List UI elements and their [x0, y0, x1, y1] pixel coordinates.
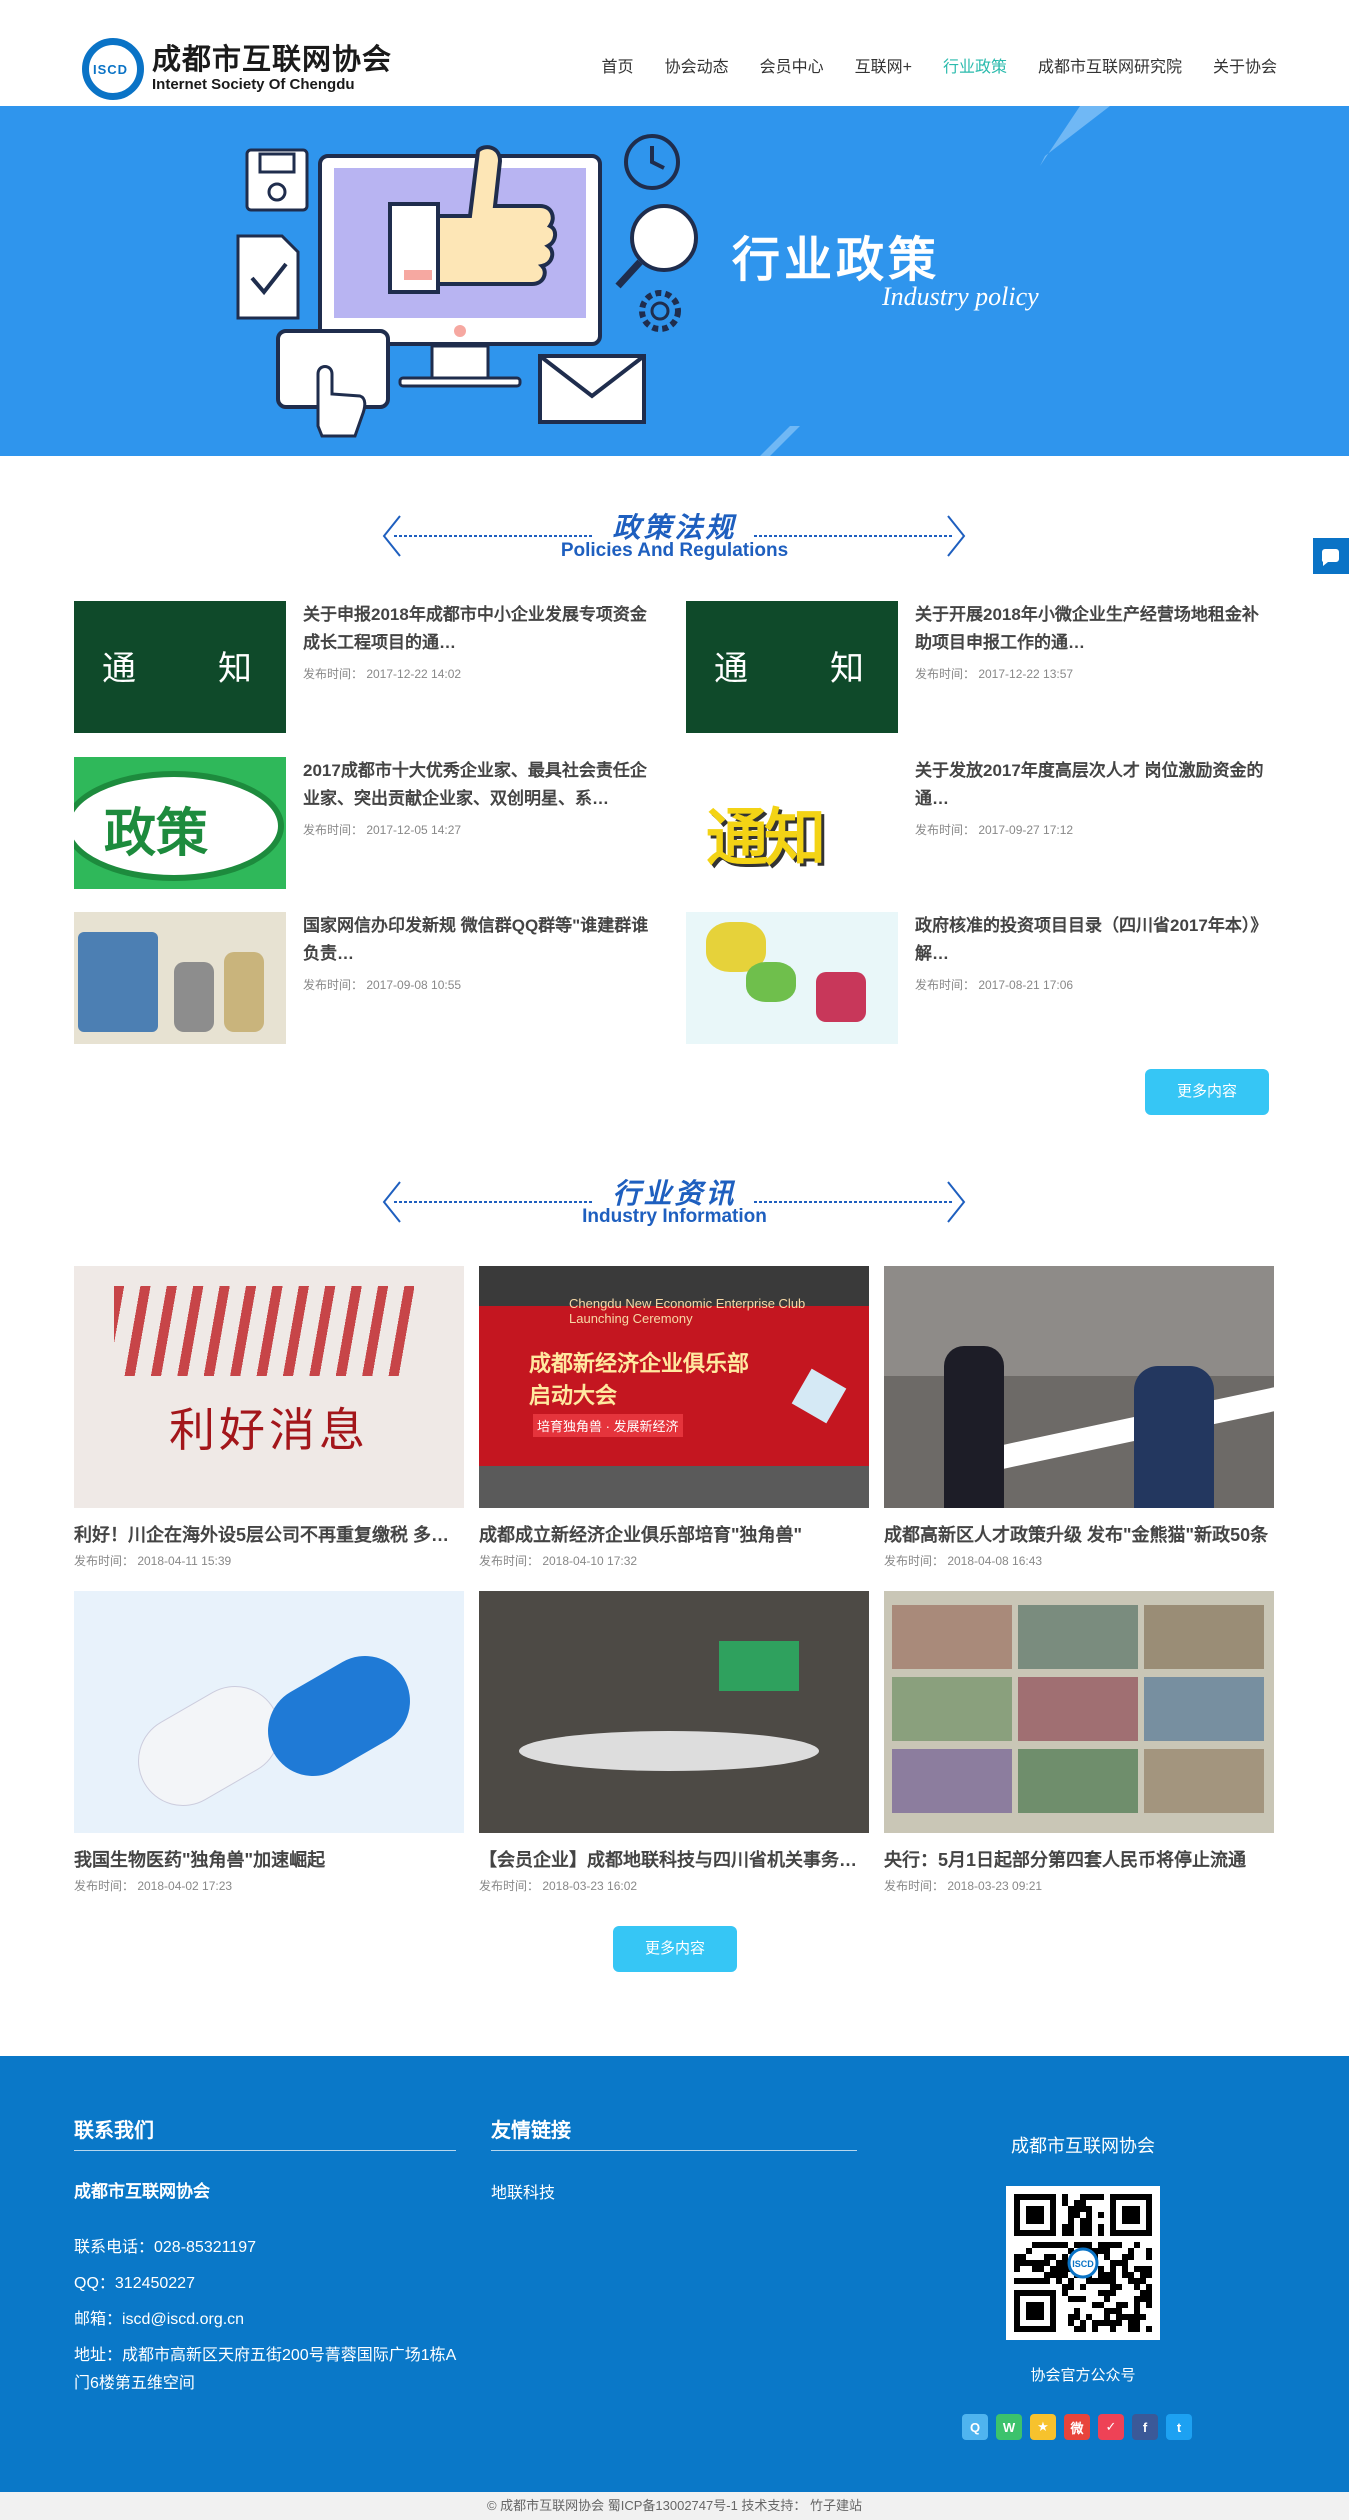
info-date: 发布时间： 2018-04-11 15:39 [74, 1554, 232, 1568]
policy-date: 发布时间： 2017-08-21 17:06 [915, 978, 1074, 992]
policy-item[interactable]: 通 知 关于申报2018年成都市中小企业发展专项资金成长工程项目的通… 发布时间… [74, 601, 654, 733]
qr-caption: 协会官方公众号 [1030, 2367, 1136, 2384]
info-more-button[interactable]: 更多内容 [613, 1926, 737, 1972]
svg-text:ISCD: ISCD [1072, 2259, 1094, 2269]
logo-name-en: Internet Society Of Chengdu [152, 76, 355, 93]
info-card[interactable]: 我国生物医药"独角兽"加速崛起 发布时间： 2018-04-02 17:23 [74, 1591, 464, 1901]
policy-date: 发布时间： 2017-09-08 10:55 [303, 978, 462, 992]
info-card[interactable]: 央行：5月1日起部分第四套人民币将停止流通 发布时间： 2018-03-23 0… [884, 1591, 1274, 1901]
site-logo[interactable]: ISCD 成都市互联网协会 Internet Society Of Chengd… [82, 38, 392, 100]
policy-more-button[interactable]: 更多内容 [1145, 1069, 1269, 1115]
info-title[interactable]: 成都高新区人才政策升级 发布"金熊猫"新政50条 [884, 1521, 1274, 1547]
policy-date: 发布时间： 2017-09-27 17:12 [915, 823, 1074, 837]
info-card[interactable]: 【会员企业】成都地联科技与四川省机关事务… 发布时间： 2018-03-23 1… [479, 1591, 869, 1901]
contact-heading: 联系我们 [74, 2120, 154, 2142]
nav-item-news[interactable]: 协会动态 [665, 56, 729, 80]
policy-item[interactable]: 政府核准的投资项目目录（四川省2017年本）》解… 发布时间： 2017-08-… [686, 912, 1266, 1044]
info-image[interactable] [479, 1591, 869, 1833]
qq-icon[interactable]: Q [962, 2414, 988, 2440]
info-date: 发布时间： 2018-04-10 17:32 [479, 1554, 638, 1568]
policy-item[interactable]: 通知 关于发放2017年度高层次人才 岗位激励资金的通… 发布时间： 2017-… [686, 757, 1266, 889]
policy-item[interactable]: 国家网信办印发新规 微信群QQ群等"谁建群谁负责… 发布时间： 2017-09-… [74, 912, 654, 1044]
logo-mark-text: ISCD [93, 62, 129, 77]
facebook-icon[interactable]: f [1132, 2414, 1158, 2440]
contact-divider [74, 2150, 456, 2151]
info-title[interactable]: 【会员企业】成都地联科技与四川省机关事务… [479, 1846, 869, 1872]
info-image[interactable] [74, 1591, 464, 1833]
policy-thumb[interactable]: 政策 [74, 757, 286, 889]
policy-thumb[interactable] [686, 912, 898, 1044]
qzone-icon[interactable]: ★ [1030, 2414, 1056, 2440]
weibo-icon[interactable]: 微 [1064, 2414, 1090, 2440]
info-title[interactable]: 成都成立新经济企业俱乐部培育"独角兽" [479, 1521, 869, 1547]
info-date: 发布时间： 2018-04-02 17:23 [74, 1879, 233, 1893]
info-date: 发布时间： 2018-04-08 16:43 [884, 1554, 1043, 1568]
footer-qq: QQ：312450227 [74, 2275, 195, 2292]
policy-thumb[interactable]: 通 知 [74, 601, 286, 733]
info-image[interactable]: Chengdu New Economic Enterprise Club Lau… [479, 1266, 869, 1508]
policy-title-en: Policies And Regulations [560, 540, 789, 561]
nav-item-policy[interactable]: 行业政策 [943, 56, 1007, 80]
main-nav: 首页 协会动态 会员中心 互联网+ 行业政策 成都市互联网研究院 关于协会 [571, 56, 1277, 80]
logo-mark: ISCD [82, 38, 144, 100]
policy-title[interactable]: 国家网信办印发新规 微信群QQ群等"谁建群谁负责… [303, 912, 653, 968]
info-image[interactable] [884, 1591, 1274, 1833]
social-share-bar: Q W ★ 微 ✓ f t [962, 2414, 1200, 2440]
policy-section-title: 政策法规 Policies And Regulations [0, 506, 1349, 566]
policy-thumb[interactable] [74, 912, 286, 1044]
info-title[interactable]: 利好！川企在海外设5层公司不再重复缴税 多… [74, 1521, 464, 1547]
policy-title[interactable]: 关于开展2018年小微企业生产经营场地租金补助项目申报工作的通… [915, 601, 1265, 657]
site-header: ISCD 成都市互联网协会 Internet Society Of Chengd… [0, 0, 1349, 106]
page-banner: 行业政策 Industry policy [0, 106, 1349, 456]
policy-item[interactable]: 通 知 关于开展2018年小微企业生产经营场地租金补助项目申报工作的通… 发布时… [686, 601, 1266, 733]
policy-title[interactable]: 政府核准的投资项目目录（四川省2017年本）》解… [915, 912, 1265, 968]
copyright-bar: © 成都市互联网协会 蜀ICP备13002747号-1 技术支持： 竹子建站 [0, 2492, 1349, 2520]
friend-link[interactable]: 地联科技 [491, 2180, 555, 2208]
footer-address: 地址：成都市高新区天府五街200号菁蓉国际广场1栋A门6楼第五维空间 [74, 2347, 457, 2392]
wechat-icon[interactable]: W [996, 2414, 1022, 2440]
nav-item-internet-plus[interactable]: 互联网+ [855, 56, 912, 80]
links-divider [491, 2150, 857, 2151]
pocket-icon[interactable]: ✓ [1098, 2414, 1124, 2440]
info-title-en: Industry Information [582, 1206, 767, 1227]
policy-date: 发布时间： 2017-12-22 13:57 [915, 667, 1074, 681]
site-footer: 联系我们 成都市互联网协会 联系电话：028-85321197 QQ：31245… [0, 2056, 1349, 2492]
policy-date: 发布时间： 2017-12-22 14:02 [303, 667, 462, 681]
nav-item-institute[interactable]: 成都市互联网研究院 [1038, 56, 1182, 80]
twitter-icon[interactable]: t [1166, 2414, 1192, 2440]
policy-title[interactable]: 关于发放2017年度高层次人才 岗位激励资金的通… [915, 757, 1265, 813]
policy-thumb[interactable]: 通 知 [686, 601, 898, 733]
logo-name-cn: 成都市互联网协会 [152, 44, 393, 76]
footer-org-name: 成都市互联网协会 [74, 2182, 210, 2201]
links-heading: 友情链接 [491, 2120, 571, 2142]
banner-illustration [236, 106, 1110, 456]
policy-title[interactable]: 2017成都市十大优秀企业家、最具社会责任企业家、突出贡献企业家、双创明星、系… [303, 757, 653, 813]
info-title[interactable]: 央行：5月1日起部分第四套人民币将停止流通 [884, 1846, 1274, 1872]
qr-code-image: ISCD [1014, 2194, 1152, 2332]
nav-item-about[interactable]: 关于协会 [1213, 56, 1277, 80]
policy-thumb[interactable]: 通知 [686, 757, 898, 889]
nav-item-home[interactable]: 首页 [602, 56, 634, 80]
info-date: 发布时间： 2018-03-23 16:02 [479, 1879, 638, 1893]
policy-title[interactable]: 关于申报2018年成都市中小企业发展专项资金成长工程项目的通… [303, 601, 653, 657]
nav-item-members[interactable]: 会员中心 [760, 56, 824, 80]
policy-date: 发布时间： 2017-12-05 14:27 [303, 823, 462, 837]
footer-phone: 联系电话：028-85321197 [74, 2239, 257, 2256]
info-section-title: 行业资讯 Industry Information [0, 1172, 1349, 1232]
info-title[interactable]: 我国生物医药"独角兽"加速崛起 [74, 1846, 464, 1872]
info-image[interactable]: 利好消息 [74, 1266, 464, 1508]
info-date: 发布时间： 2018-03-23 09:21 [884, 1879, 1043, 1893]
footer-email: 邮箱：iscd@iscd.org.cn [74, 2311, 245, 2328]
info-image[interactable] [884, 1266, 1274, 1508]
qr-code: ISCD [1006, 2186, 1160, 2340]
qr-title: 成都市互联网协会 [1011, 2136, 1155, 2156]
policy-item[interactable]: 政策 2017成都市十大优秀企业家、最具社会责任企业家、突出贡献企业家、双创明星… [74, 757, 654, 889]
banner-title: 行业政策 [732, 234, 941, 287]
banner-subtitle: Industry policy [882, 282, 1039, 311]
info-card[interactable]: Chengdu New Economic Enterprise Club Lau… [479, 1266, 869, 1576]
info-card[interactable]: 成都高新区人才政策升级 发布"金熊猫"新政50条 发布时间： 2018-04-0… [884, 1266, 1274, 1576]
info-card[interactable]: 利好消息 利好！川企在海外设5层公司不再重复缴税 多… 发布时间： 2018-0… [74, 1266, 464, 1576]
